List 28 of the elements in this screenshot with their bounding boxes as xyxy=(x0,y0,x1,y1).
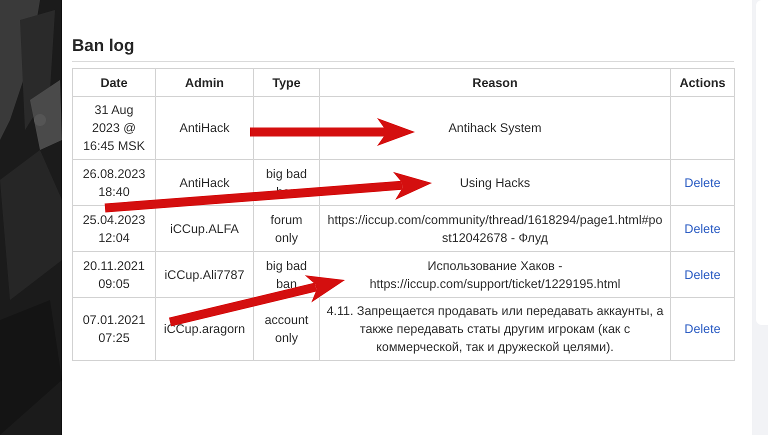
admin-name: AntiHack xyxy=(179,121,230,135)
delete-link[interactable]: Delete xyxy=(684,176,721,190)
column-header: Admin xyxy=(156,68,254,96)
admin-name: iCCup.ALFA xyxy=(170,222,239,236)
column-header: Reason xyxy=(320,68,670,96)
column-header: Actions xyxy=(670,68,734,96)
delete-link[interactable]: Delete xyxy=(684,322,721,336)
admin-name: iCCup.Ali7787 xyxy=(164,268,244,282)
delete-link[interactable]: Delete xyxy=(684,222,721,236)
date-text: 20.11.2021 09:05 xyxy=(83,258,145,290)
admin-name: AntiHack xyxy=(179,176,230,190)
column-header: Type xyxy=(254,68,320,96)
ban-reason: Using Hacks xyxy=(460,176,530,190)
column-header: Date xyxy=(72,68,156,96)
ban-type: big bad ban xyxy=(266,258,307,290)
ban-reason: https://iccup.com/community/thread/1618294/page1.html#post12042678 - Флуд xyxy=(328,212,662,244)
ban-reason: Использование Хаков - https://iccup.com/support/ticket/1229195.html xyxy=(370,258,620,290)
ban-reason: 4.11. Запрещается продавать или передавать аккаунты, а также передавать статы другим игрокам (как с коммерческой, так и дружеской целями). xyxy=(326,304,664,354)
date-text: 07.01.2021 07:25 xyxy=(82,313,146,345)
delete-link[interactable]: Delete xyxy=(684,268,721,282)
ban-reason: Antihack System xyxy=(448,121,542,135)
section-title: Ban log xyxy=(72,36,734,62)
ban-type: account only xyxy=(264,313,308,345)
ban-type: forum only xyxy=(270,212,302,244)
date-text: 25.04.2023 12:04 xyxy=(82,212,146,244)
date-text: 26.08.2023 18:40 xyxy=(82,166,146,198)
admin-name: iCCup.aragorn xyxy=(164,322,246,336)
date-text: 31 Aug 2023 @ 16:45 MSK xyxy=(83,103,145,153)
